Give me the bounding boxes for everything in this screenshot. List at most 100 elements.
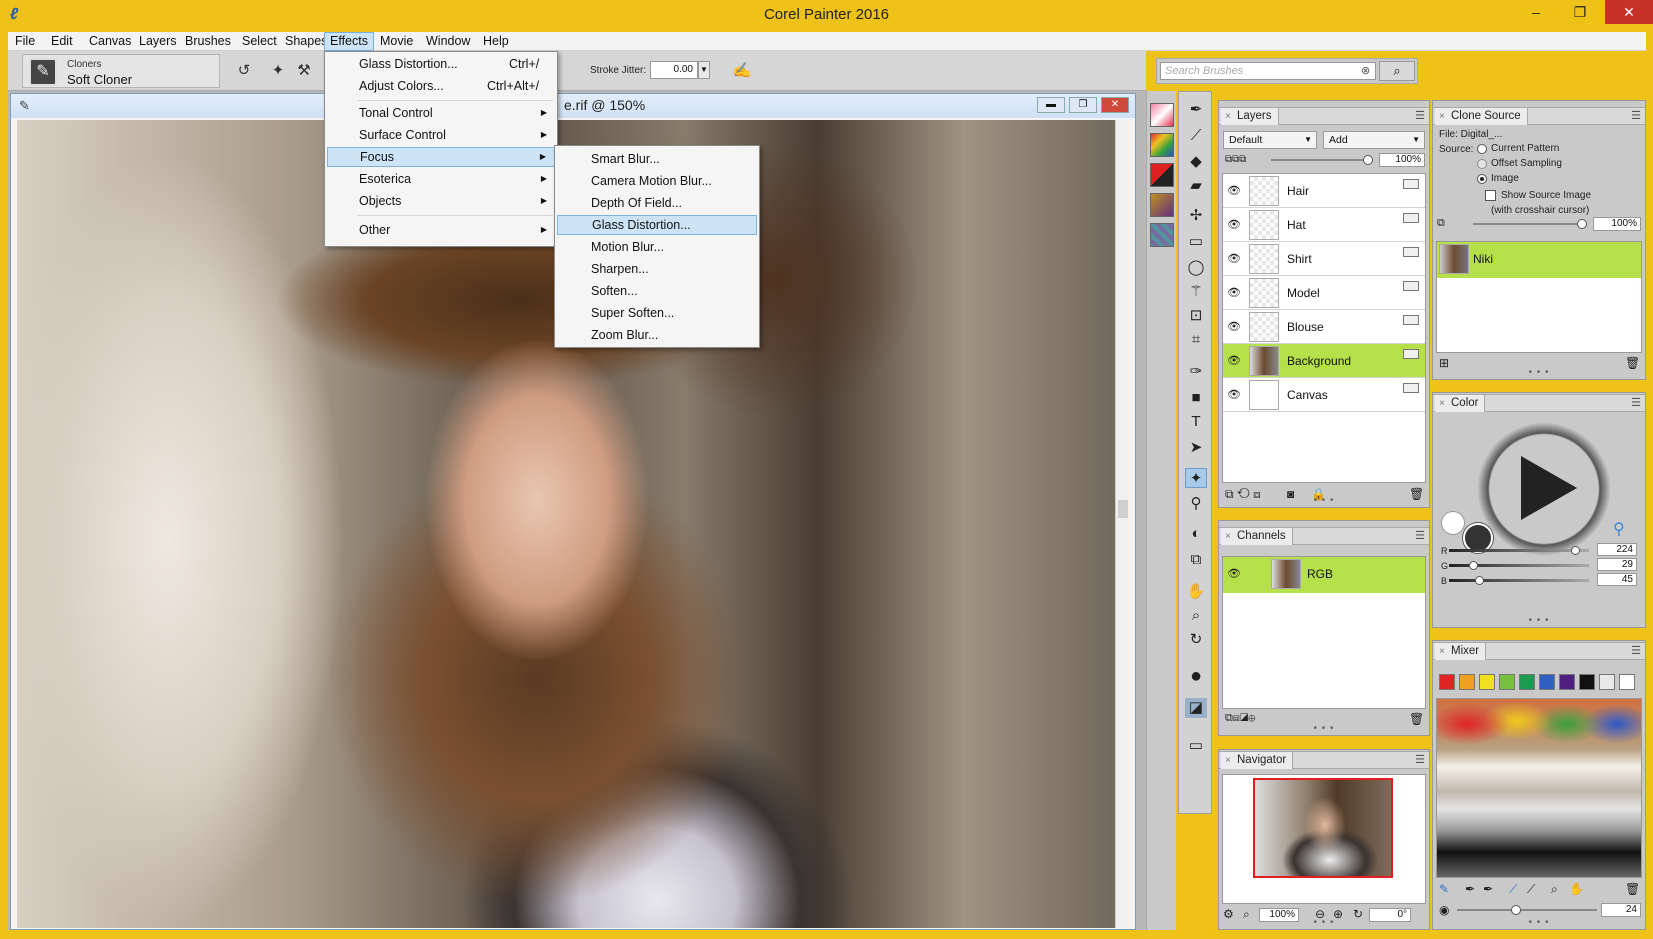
navigator-view[interactable] [1222,774,1426,904]
panel-grip[interactable]: • • • [1219,495,1429,506]
eraser-tool-icon[interactable]: ▰ [1185,176,1207,196]
brush-tracking-icon[interactable]: ✍ [732,62,752,80]
mixer-color-swatch[interactable] [1439,674,1455,690]
menu-item-glass-distortion-focus[interactable]: Glass Distortion... [557,215,757,235]
mixer-pad[interactable] [1436,698,1642,878]
clear-mixer-icon[interactable]: 🗑 [1625,882,1640,896]
radio-image[interactable] [1477,174,1487,184]
menu-help[interactable]: Help [478,32,514,51]
mixer-color-swatch[interactable] [1519,674,1535,690]
mixer-tab[interactable]: Mixer [1435,643,1487,660]
r-slider[interactable] [1449,549,1589,552]
panel-menu-icon[interactable]: ☰ [1415,753,1425,766]
layers-tab[interactable]: Layers [1221,108,1279,125]
menu-brushes[interactable]: Brushes [180,32,236,51]
reset-tool-icon[interactable]: ↺ [234,62,254,80]
pen-tool-icon[interactable]: ✑ [1185,362,1207,382]
additional-color-swatch[interactable] [1441,511,1465,535]
main-color-icon[interactable]: ● [1185,666,1207,686]
panel-grip[interactable]: • • • [1219,917,1429,928]
mixer-color-swatch[interactable] [1579,674,1595,690]
sample-multiple-icon[interactable]: ⟋ [1527,882,1535,897]
mixer-color-swatch[interactable] [1539,674,1555,690]
brush-tool-icon[interactable]: ✒ [1185,100,1207,120]
doc-maximize-button[interactable]: ❐ [1069,97,1097,113]
g-slider-knob[interactable] [1469,561,1478,570]
stroke-jitter-dropdown[interactable]: ▼ [698,61,710,79]
menu-item-camera-motion-blur[interactable]: Camera Motion Blur... [557,171,757,191]
mixer-brush-size-knob[interactable] [1511,905,1521,915]
opacity-slider-knob[interactable] [1363,155,1373,165]
paper-library-icon[interactable] [1150,103,1174,127]
panel-grip[interactable]: • • • [1433,615,1645,626]
nozzle-library-icon[interactable] [1150,193,1174,217]
clone-source-row[interactable]: Niki [1437,242,1641,278]
doc-minimize-button[interactable]: ▬ [1037,97,1065,113]
rotate-page-icon[interactable]: ↻ [1185,630,1207,650]
lock-options-icon[interactable]: ⧉⧉⧉ [1225,154,1246,165]
menu-movie[interactable]: Movie [375,32,418,51]
panel-menu-icon[interactable]: ☰ [1415,109,1425,122]
layer-adjuster-icon[interactable]: ✢ [1185,206,1207,226]
zoom-mixer-icon[interactable]: ⌕ [1551,882,1558,897]
clone-brush-icon[interactable]: ✦ [268,62,288,80]
rubber-stamp-icon[interactable]: ⚲ [1185,494,1207,514]
menu-item-sharpen[interactable]: Sharpen... [557,259,757,279]
mixer-color-swatch[interactable] [1459,674,1475,690]
navigator-thumbnail[interactable] [1253,778,1393,878]
rect-select-icon[interactable]: ▭ [1185,232,1207,252]
cloner-tool-icon[interactable]: ✦ [1185,468,1207,488]
menu-item-other[interactable]: Other ▶ [327,220,555,240]
pan-mixer-icon[interactable]: ✋ [1569,882,1584,896]
close-button[interactable]: ✕ [1605,0,1653,24]
mixer-color-swatch[interactable] [1559,674,1575,690]
layer-row[interactable]: 👁 Blouse [1223,310,1425,344]
menu-item-esoterica[interactable]: Esoterica ▶ [327,169,555,189]
menu-item-focus[interactable]: Focus ▶ [327,147,555,167]
composite-method-dropdown[interactable]: Add ▼ [1323,131,1425,149]
r-value[interactable]: 224 [1597,543,1637,556]
b-slider[interactable] [1449,579,1589,582]
menu-item-glass-distortion[interactable]: Glass Distortion... Ctrl+/ [327,54,555,74]
panel-menu-icon[interactable]: ☰ [1631,109,1641,122]
mixer-brush-size-track[interactable] [1457,909,1597,911]
panel-grip[interactable]: • • • [1219,723,1429,734]
screen-mode-icon[interactable]: ▭ [1185,736,1207,756]
eye-icon[interactable]: 👁 [1227,286,1241,299]
menu-item-super-soften[interactable]: Super Soften... [557,303,757,323]
menu-item-depth-of-field[interactable]: Depth Of Field... [557,193,757,213]
show-source-checkbox[interactable] [1485,190,1496,201]
search-input[interactable]: Search Brushes [1160,62,1376,80]
panel-grip[interactable]: • • • [1433,367,1645,378]
eye-icon[interactable]: 👁 [1227,567,1241,580]
weave-library-icon[interactable] [1150,223,1174,247]
menu-item-adjust-colors[interactable]: Adjust Colors... Ctrl+Alt+/ [327,76,555,96]
source-opacity-input[interactable]: 100% [1593,217,1641,231]
eye-icon[interactable]: 👁 [1227,388,1241,401]
mixer-color-swatch[interactable] [1479,674,1495,690]
menu-window[interactable]: Window [421,32,475,51]
layer-row[interactable]: 👁 Hat [1223,208,1425,242]
b-value[interactable]: 45 [1597,573,1637,586]
menu-item-motion-blur[interactable]: Motion Blur... [557,237,757,257]
dodge-icon[interactable]: ◐ [1185,524,1207,544]
b-slider-knob[interactable] [1475,576,1484,585]
menu-edit[interactable]: Edit [46,32,78,51]
eye-icon[interactable]: 👁 [1227,218,1241,231]
magnifier-tool-icon[interactable]: ⌕ [1185,606,1207,626]
vertical-scrollbar[interactable] [1115,120,1129,928]
pattern-library-icon[interactable] [1150,163,1174,187]
channel-row-rgb[interactable]: 👁 RGB [1223,557,1425,593]
doc-close-button[interactable]: ✕ [1101,97,1129,113]
source-opacity-track[interactable] [1473,223,1585,225]
mixer-color-swatch[interactable] [1599,674,1615,690]
transform-icon[interactable]: ⊡ [1185,306,1207,326]
opacity-input[interactable]: 100% [1379,153,1425,167]
mirror-tool-icon[interactable]: ⧉ [1185,550,1207,570]
mixer-color-swatch[interactable] [1619,674,1635,690]
paint-bucket-icon[interactable]: ◆ [1185,152,1207,172]
crop-tool-icon[interactable]: ⌗ [1185,330,1207,350]
panel-menu-icon[interactable]: ☰ [1631,396,1641,409]
grabber-tool-icon[interactable]: ✋ [1185,582,1207,602]
sample-color-icon[interactable]: ⟋ [1509,882,1517,897]
